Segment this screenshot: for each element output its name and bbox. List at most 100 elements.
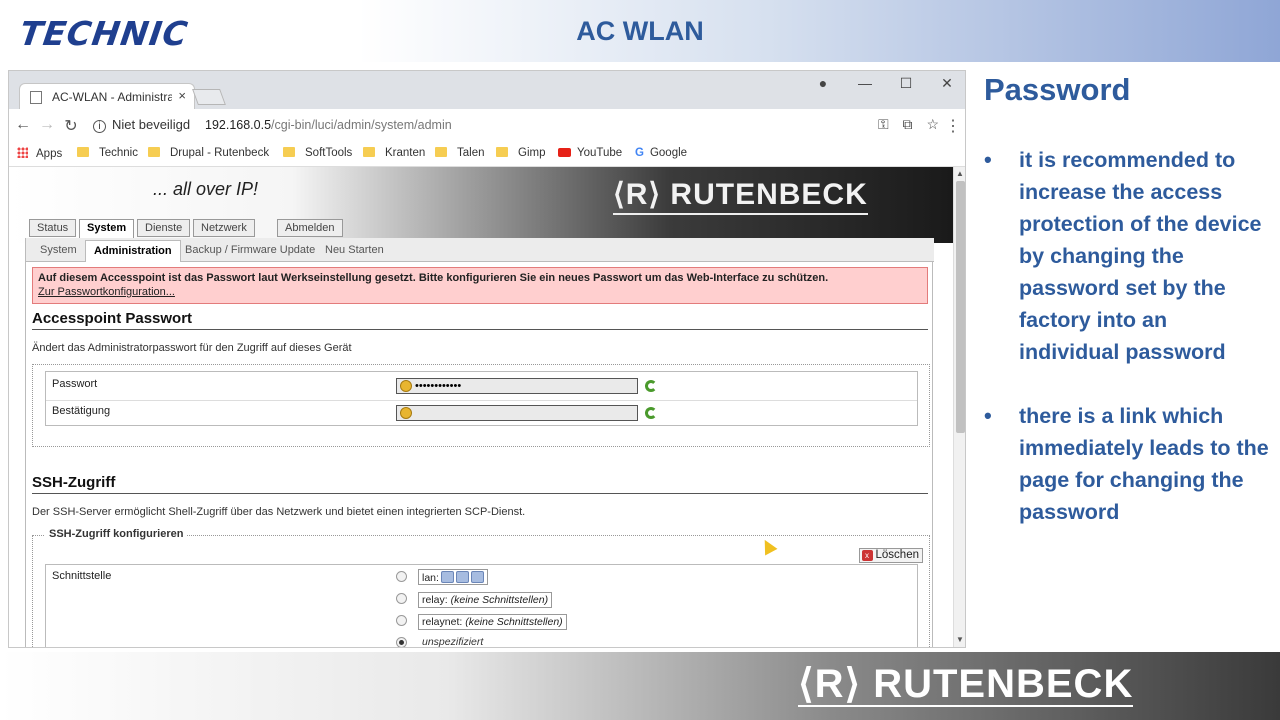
unspecified-label: unspezifiziert — [422, 636, 484, 648]
iface-relaynet: relaynet: (keine Schnittstellen) — [418, 614, 567, 630]
tab-system[interactable]: System — [79, 219, 135, 239]
tab-strip: AC-WLAN - Administratio × ● — ☐ ✕ — [9, 71, 965, 109]
translate-icon[interactable]: ⧉ — [903, 116, 913, 132]
wifi-icon — [470, 571, 484, 583]
reveal-password-icon[interactable] — [645, 380, 657, 392]
back-icon[interactable]: ← — [13, 116, 33, 134]
page-viewport: ... all over IP! ⟨R⟩ RUTENBECK Status Sy… — [9, 167, 953, 648]
folder-icon — [77, 147, 89, 157]
apps-icon — [17, 147, 28, 158]
radio-relay[interactable] — [396, 593, 407, 604]
bookmark-youtube[interactable]: YouTube — [558, 147, 622, 159]
footer-logo: ⟨R⟩ RUTENBECK — [798, 662, 1134, 707]
url-path: /cgi-bin/luci/admin/system/admin — [271, 118, 452, 132]
scroll-up-icon[interactable]: ▲ — [956, 169, 964, 178]
tab-status[interactable]: Status — [29, 219, 77, 237]
security-indicator[interactable]: i Niet beveiligd — [93, 117, 190, 133]
address-bar[interactable]: i Niet beveiligd 192.168.0.5/cgi-bin/luci… — [87, 113, 947, 139]
password-section-desc: Ändert das Administratorpasswort für den… — [32, 342, 352, 354]
security-label: Niet beveiligd — [112, 117, 191, 132]
bookmark-technic[interactable]: Technic — [77, 147, 138, 159]
password-input[interactable]: •••••••••••• — [396, 378, 638, 394]
close-window-icon[interactable]: ✕ — [937, 75, 957, 92]
tagline: ... all over IP! — [153, 179, 259, 199]
interface-box: Schnittstelle lan: relay: (keine Schnitt… — [45, 564, 918, 648]
radio-lan[interactable] — [396, 571, 407, 582]
router-header: ... all over IP! ⟨R⟩ RUTENBECK Status Sy… — [9, 167, 953, 243]
browser-toolbar: ← → ↻ i Niet beveiligd 192.168.0.5/cgi-bi… — [9, 109, 965, 143]
key-icon — [400, 380, 412, 392]
scroll-thumb[interactable] — [956, 181, 965, 433]
browser-window: AC-WLAN - Administratio × ● — ☐ ✕ ← → ↻ … — [8, 70, 966, 648]
delete-label: Löschen — [875, 549, 919, 561]
subtab-backup[interactable]: Backup / Firmware Update — [185, 244, 315, 256]
tab-dienste[interactable]: Dienste — [137, 219, 191, 237]
forward-icon[interactable]: → — [37, 116, 57, 134]
close-tab-icon[interactable]: × — [178, 88, 186, 103]
page-content: System Administration Backup / Firmware … — [25, 238, 934, 648]
page-scrollbar[interactable]: ▲ ▼ — [953, 167, 965, 647]
alert-text: Auf diesem Accesspoint ist das Passwort … — [38, 272, 829, 284]
bookmark-apps[interactable]: Apps — [17, 147, 62, 160]
slide-header: TECHNIC AC WLAN — [0, 0, 1280, 62]
youtube-icon — [558, 148, 571, 157]
notes-title: Password — [984, 72, 1131, 107]
password-fieldset: Passwort •••••••••••• Bestätigung — [32, 364, 930, 447]
info-icon: i — [93, 120, 106, 133]
password-value: •••••••••••• — [415, 380, 462, 392]
delete-icon: x — [861, 550, 873, 561]
interface-label: Schnittstelle — [52, 570, 112, 582]
tab-abmelden[interactable]: Abmelden — [277, 219, 343, 237]
url-text[interactable]: 192.168.0.5/cgi-bin/luci/admin/system/ad… — [205, 118, 452, 132]
tab-netzwerk[interactable]: Netzwerk — [193, 219, 255, 237]
minimize-icon[interactable]: — — [855, 75, 875, 91]
bookmark-talen[interactable]: Talen — [435, 147, 485, 159]
password-section-title: Accesspoint Passwort — [32, 310, 928, 330]
subtab-system[interactable]: System — [40, 244, 77, 256]
delete-button[interactable]: x Löschen — [858, 548, 923, 563]
url-host: 192.168.0.5 — [205, 118, 272, 132]
reveal-confirm-icon[interactable] — [645, 407, 657, 419]
star-icon[interactable]: ☆ — [926, 116, 939, 132]
notes-bullets: it is recommended to increase the access… — [984, 144, 1270, 560]
ssh-section-title: SSH-Zugriff — [32, 474, 928, 494]
iface-lan: lan: — [418, 569, 488, 585]
sub-nav: System Administration Backup / Firmware … — [26, 238, 934, 262]
iface-relay: relay: (keine Schnittstellen) — [418, 592, 553, 608]
google-icon: G — [635, 147, 644, 159]
maximize-icon[interactable]: ☐ — [896, 75, 916, 92]
confirm-label: Bestätigung — [52, 405, 111, 417]
bullet-item: there is a link which immediately leads … — [984, 400, 1270, 528]
bookmark-drupal[interactable]: Drupal - Rutenbeck — [148, 147, 269, 159]
password-config-link[interactable]: Zur Passwortkonfiguration... — [38, 286, 922, 298]
folder-icon — [283, 147, 295, 157]
folder-icon — [435, 147, 447, 157]
bullet-item: it is recommended to increase the access… — [984, 144, 1270, 368]
confirm-input[interactable] — [396, 405, 638, 421]
new-tab-button[interactable] — [192, 89, 226, 105]
folder-icon — [148, 147, 160, 157]
ssh-legend: SSH-Zugriff konfigurieren — [45, 528, 188, 540]
reload-icon[interactable]: ↻ — [61, 116, 81, 136]
folder-icon — [496, 147, 508, 157]
bookmark-softtools[interactable]: SoftTools — [283, 147, 352, 159]
page-icon — [30, 91, 42, 104]
bookmark-gimp[interactable]: Gimp — [496, 147, 545, 159]
slide-title: AC WLAN — [576, 16, 704, 46]
bookmark-kranten[interactable]: Kranten — [363, 147, 425, 159]
radio-relaynet[interactable] — [396, 615, 407, 626]
network-icon — [440, 571, 454, 583]
profile-icon[interactable]: ● — [813, 75, 833, 91]
subtab-administration[interactable]: Administration — [85, 240, 181, 262]
bookmark-google[interactable]: G Google — [635, 147, 687, 159]
ssh-fieldset: SSH-Zugriff konfigurieren x Löschen Schn… — [32, 528, 930, 648]
radio-unspecified[interactable] — [396, 637, 407, 647]
folder-icon — [363, 147, 375, 157]
key-icon[interactable]: ⚿ — [878, 116, 889, 132]
subtab-restart[interactable]: Neu Starten — [325, 244, 384, 256]
browser-tab[interactable]: AC-WLAN - Administratio × — [19, 83, 195, 109]
ssh-section-desc: Der SSH-Server ermöglicht Shell-Zugriff … — [32, 506, 526, 518]
scroll-down-icon[interactable]: ▼ — [956, 635, 964, 644]
password-alert: Auf diesem Accesspoint ist das Passwort … — [32, 267, 928, 304]
menu-icon[interactable]: ⋮ — [943, 116, 963, 136]
